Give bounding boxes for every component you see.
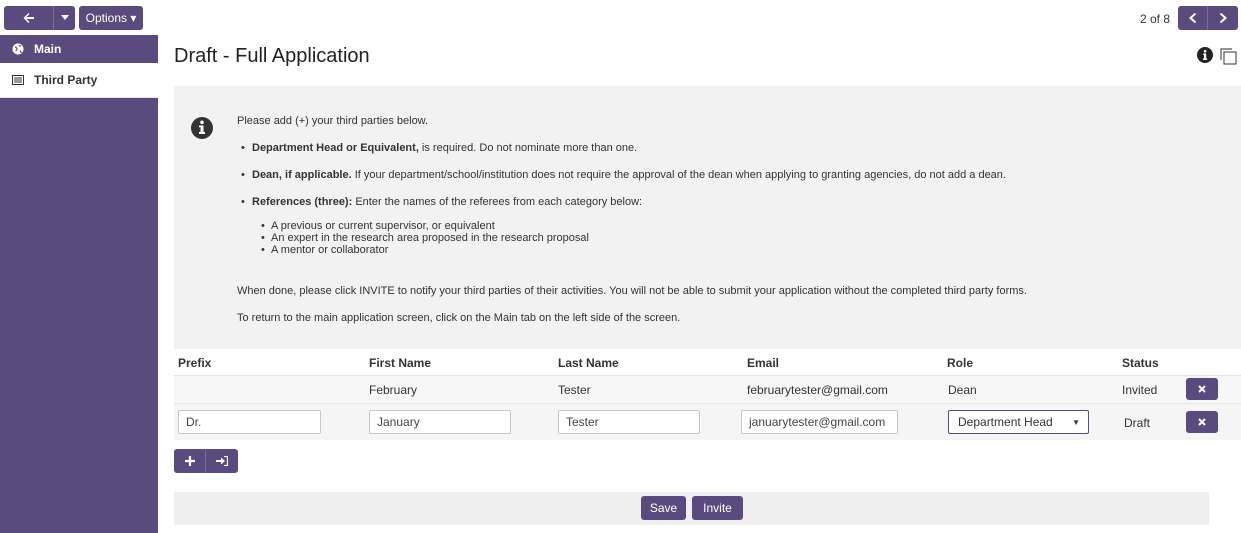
role-cell: Dean — [948, 383, 977, 397]
sub-bullet: A previous or current supervisor, or equ… — [261, 220, 495, 232]
sidebar-item-main[interactable]: Main — [0, 35, 158, 63]
delete-row-button[interactable] — [1186, 378, 1218, 400]
list-icon — [12, 74, 24, 86]
bullet-text: If your department/school/institution do… — [351, 169, 1006, 181]
sidebar-item-label: Third Party — [34, 73, 98, 87]
save-button[interactable]: Save — [641, 496, 686, 520]
import-third-party-button[interactable] — [206, 449, 238, 473]
instruction-bullet: Dean, if applicable. If your department/… — [241, 169, 1006, 181]
invite-button[interactable]: Invite — [692, 496, 743, 520]
bullet-bold-text: References (three): — [252, 196, 353, 208]
last-name-cell: Tester — [558, 383, 591, 397]
bullet-text: is required. Do not nominate more than o… — [418, 142, 638, 154]
instruction-bullet: Department Head or Equivalent, is requir… — [241, 142, 637, 154]
table-row — [174, 376, 1241, 403]
close-icon — [1198, 385, 1206, 393]
previous-record-button[interactable] — [1178, 6, 1208, 30]
back-button-group — [4, 6, 75, 30]
chevron-right-icon — [1219, 13, 1227, 23]
instructions-note: When done, please click INVITE to notify… — [237, 285, 1027, 297]
bullet-text: Enter the names of the referees from eac… — [352, 196, 643, 208]
column-header-prefix: Prefix — [178, 356, 212, 370]
globe-icon — [12, 43, 24, 55]
column-header-status: Status — [1122, 356, 1159, 370]
sidebar-item-third-party[interactable]: Third Party — [0, 63, 158, 98]
role-select[interactable]: Department Head ▼ — [948, 410, 1089, 434]
copy-icon[interactable] — [1219, 47, 1237, 65]
prefix-input[interactable]: Dr. — [178, 410, 321, 434]
chevron-left-icon — [1188, 13, 1196, 23]
role-select-value: Department Head — [958, 415, 1053, 429]
sign-in-icon — [216, 456, 228, 466]
pager-buttons — [1178, 6, 1238, 30]
page-title: Draft - Full Application — [174, 45, 370, 67]
add-third-party-button[interactable] — [174, 449, 206, 473]
sub-bullet: An expert in the research area proposed … — [261, 232, 589, 244]
top-toolbar: Options ▾ 2 of 8 — [0, 0, 1241, 35]
email-input[interactable]: januarytester@gmail.com — [741, 410, 898, 434]
instruction-bullet: References (three): Enter the names of t… — [241, 196, 642, 208]
arrow-left-icon — [23, 13, 34, 23]
info-icon[interactable] — [1197, 47, 1213, 63]
info-circle-icon — [191, 116, 215, 140]
instructions-panel: Please add (+) your third parties below.… — [174, 86, 1241, 349]
pager-text: 2 of 8 — [1140, 12, 1171, 26]
delete-row-button[interactable] — [1186, 411, 1218, 433]
status-cell: Invited — [1122, 383, 1158, 397]
add-buttons — [174, 449, 238, 473]
sidebar-item-label: Main — [34, 42, 62, 56]
column-header-last-name: Last Name — [558, 356, 619, 370]
back-button[interactable] — [4, 6, 54, 30]
caret-down-icon: ▼ — [1072, 418, 1080, 427]
close-icon — [1198, 418, 1206, 426]
sub-bullet: A mentor or collaborator — [261, 244, 388, 256]
bullet-bold-text: Department Head or Equivalent, — [252, 142, 419, 154]
bullet-bold-text: Dean, if applicable. — [252, 169, 352, 181]
instructions-intro: Please add (+) your third parties below. — [237, 115, 429, 127]
first-name-cell: February — [369, 383, 418, 397]
column-header-role: Role — [947, 356, 974, 370]
caret-down-icon — [60, 15, 69, 20]
first-name-input[interactable]: January — [369, 410, 511, 434]
instructions-note: To return to the main application screen… — [237, 312, 681, 324]
email-cell: februarytester@gmail.com — [747, 383, 888, 397]
sidebar: Main Third Party — [0, 35, 158, 533]
plus-icon — [184, 456, 195, 466]
back-dropdown-button[interactable] — [54, 6, 75, 30]
column-header-email: Email — [747, 356, 780, 370]
last-name-input[interactable]: Tester — [558, 410, 700, 434]
column-header-first-name: First Name — [369, 356, 432, 370]
status-cell: Draft — [1124, 416, 1151, 430]
options-dropdown-button[interactable]: Options ▾ — [79, 6, 143, 30]
next-record-button[interactable] — [1208, 6, 1238, 30]
